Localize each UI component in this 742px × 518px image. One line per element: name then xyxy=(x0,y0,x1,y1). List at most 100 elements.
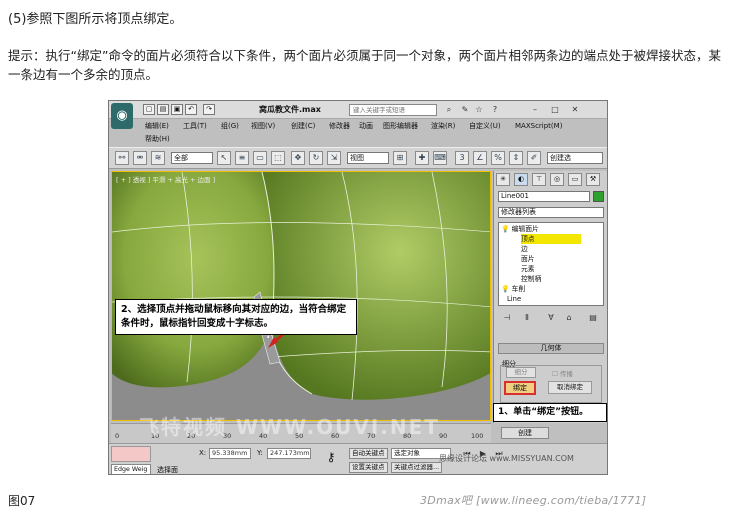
command-panel: ✳ ◐ ⊤ ◎ ▭ ⚒ Line001 修改器列表 💡 编辑面片 顶点 边 面片… xyxy=(493,171,607,423)
remove-modifier-icon[interactable]: ⌂ xyxy=(562,311,576,324)
rotate-icon[interactable]: ↻ xyxy=(309,151,323,165)
bind-button[interactable]: 绑定 xyxy=(504,381,536,395)
subdivide-button[interactable]: 细分 xyxy=(506,367,536,378)
lightbulb-icon: 💡 xyxy=(501,225,510,233)
geometry-rollout-title[interactable]: 几何体 xyxy=(498,343,604,354)
menu-edit[interactable]: 编辑(E) xyxy=(145,120,169,132)
object-color-swatch[interactable] xyxy=(593,191,604,202)
x-coord-field[interactable]: 95.338mm xyxy=(209,448,251,459)
auto-key-button[interactable]: 自动关键点 xyxy=(349,448,388,459)
redo-icon[interactable]: ↷ xyxy=(203,104,215,115)
angle-snap-icon[interactable]: ∠ xyxy=(473,151,487,165)
watermark-text: 飞特视频 WWW.OUVI.NET xyxy=(139,415,440,439)
command-panel-tabs: ✳ ◐ ⊤ ◎ ▭ ⚒ xyxy=(496,173,606,187)
menu-customize[interactable]: 自定义(U) xyxy=(469,120,501,132)
link-icon[interactable]: ⚯ xyxy=(115,151,129,165)
maximize-icon[interactable]: □ xyxy=(549,104,561,115)
new-file-icon[interactable]: ▢ xyxy=(143,104,155,115)
propagate-checkbox[interactable]: ☐ 传播 xyxy=(552,368,573,378)
pumpkin-mesh-graphic: ✢ xyxy=(112,172,490,420)
help-icon[interactable]: ? xyxy=(489,104,501,115)
create-tab-icon[interactable]: ✳ xyxy=(496,173,510,186)
modifier-list-dropdown[interactable]: 修改器列表 xyxy=(498,207,604,218)
star-icon[interactable]: ☆ xyxy=(473,104,485,115)
stack-tools: ⊣ Ⅱ ∀ ⌂ ▤ xyxy=(498,311,604,325)
window-crossing-icon[interactable]: ⬚ xyxy=(271,151,285,165)
menu-create[interactable]: 创建(C) xyxy=(291,120,315,132)
minimize-icon[interactable]: – xyxy=(529,104,541,115)
make-unique-icon[interactable]: ∀ xyxy=(544,311,558,324)
display-tab-icon[interactable]: ▭ xyxy=(568,173,582,186)
manipulate-icon[interactable]: ✚ xyxy=(415,151,429,165)
search-input[interactable]: 键入关键字或短语 xyxy=(349,104,437,116)
app-logo-icon[interactable]: ◉ xyxy=(111,103,133,129)
save-icon[interactable]: ▣ xyxy=(171,104,183,115)
utilities-tab-icon[interactable]: ⚒ xyxy=(586,173,600,186)
modify-tab-icon[interactable]: ◐ xyxy=(514,173,528,186)
viewport-label[interactable]: [ + ] 透视 ] 平滑 + 高光 + 边面 ] xyxy=(116,174,215,184)
spinner-snap-icon[interactable]: ⇕ xyxy=(509,151,523,165)
x-coord-label: X: xyxy=(199,449,207,457)
menu-graph-editors[interactable]: 图形编辑器 xyxy=(383,120,418,132)
figure-label: 图07 xyxy=(8,494,36,508)
stack-item-line[interactable]: Line xyxy=(507,294,521,304)
select-object-icon[interactable]: ↖ xyxy=(217,151,231,165)
pin-stack-icon[interactable]: ⊣ xyxy=(500,311,514,324)
named-selection-set[interactable]: 创建选 xyxy=(547,152,603,164)
close-icon[interactable]: ✕ xyxy=(569,104,581,115)
stack-item-vertex[interactable]: 顶点 xyxy=(521,234,581,244)
timeline-tick: 100 xyxy=(471,432,484,440)
snap-icon[interactable]: 3 xyxy=(455,151,469,165)
unlink-icon[interactable]: ⚮ xyxy=(133,151,147,165)
key-filters-button[interactable]: 关键点过滤器... xyxy=(391,462,443,473)
hierarchy-tab-icon[interactable]: ⊤ xyxy=(532,173,546,186)
show-end-result-icon[interactable]: Ⅱ xyxy=(520,311,534,324)
max-screenshot: ▢ ▤ ▣ ↶ ↷ 窝瓜教文件.max 键入关键字或短语 ⌕ ✎ ☆ ? – □… xyxy=(108,100,608,475)
undo-icon[interactable]: ↶ xyxy=(185,104,197,115)
stack-item-edge[interactable]: 边 xyxy=(521,244,528,254)
edge-weight-field[interactable]: Edge Weig xyxy=(111,464,151,474)
menu-help[interactable]: 帮助(H) xyxy=(145,133,170,145)
selection-filter-select[interactable]: 全部 xyxy=(171,152,213,164)
menu-tools[interactable]: 工具(T) xyxy=(183,120,207,132)
select-by-name-icon[interactable]: ≡ xyxy=(235,151,249,165)
perspective-viewport[interactable]: ✢ [ + ] 透视 ] 平滑 + 高光 + 边面 ] xyxy=(111,171,491,421)
y-coord-field[interactable]: 247.173mm xyxy=(267,448,311,459)
callout-step-1: 1、单击“绑定”按钮。 xyxy=(493,403,607,422)
menu-animation[interactable]: 动画 xyxy=(359,120,373,132)
menu-modifiers[interactable]: 修改器 xyxy=(329,120,350,132)
key-icon[interactable]: ⚷ xyxy=(321,450,341,468)
step-title: (5)参照下图所示将顶点绑定。 xyxy=(8,12,183,27)
create-button[interactable]: 创建 xyxy=(501,427,549,439)
unbind-button[interactable]: 取消绑定 xyxy=(548,381,592,394)
menu-group[interactable]: 组(G) xyxy=(221,120,239,132)
binoculars-icon[interactable]: ⌕ xyxy=(443,104,455,115)
rect-selection-icon[interactable]: ▭ xyxy=(253,151,267,165)
pivot-icon[interactable]: ⊞ xyxy=(393,151,407,165)
maxscript-listener[interactable] xyxy=(111,446,151,462)
title-bar: ▢ ▤ ▣ ↶ ↷ 窝瓜教文件.max 键入关键字或短语 ⌕ ✎ ☆ ? – □… xyxy=(109,101,607,119)
timeline-tick: 0 xyxy=(115,432,120,440)
object-name-field[interactable]: Line001 xyxy=(498,191,590,202)
keyboard-shortcut-icon[interactable]: ⌨ xyxy=(433,151,447,165)
open-file-icon[interactable]: ▤ xyxy=(157,104,169,115)
configure-sets-icon[interactable]: ▤ xyxy=(586,311,600,324)
reference-coord-select[interactable]: 视图 xyxy=(347,152,389,164)
stack-item-handle[interactable]: 控制柄 xyxy=(521,274,541,284)
stack-item-patch[interactable]: 面片 xyxy=(521,254,535,264)
menu-views[interactable]: 视图(V) xyxy=(251,120,275,132)
scale-icon[interactable]: ⇲ xyxy=(327,151,341,165)
stack-item-element[interactable]: 元素 xyxy=(521,264,535,274)
menu-maxscript[interactable]: MAXScript(M) xyxy=(515,120,562,132)
edit-named-sets-icon[interactable]: ✐ xyxy=(527,151,541,165)
percent-snap-icon[interactable]: % xyxy=(491,151,505,165)
menu-rendering[interactable]: 渲染(R) xyxy=(431,120,455,132)
main-toolbar: ⚯ ⚮ ≋ 全部 ↖ ≡ ▭ ⬚ ✥ ↻ ⇲ 视图 ⊞ ✚ ⌨ 3 ∠ % ⇕ … xyxy=(109,147,607,169)
stack-item-edit-patch[interactable]: 💡 编辑面片 xyxy=(501,224,539,234)
set-key-button[interactable]: 设置关键点 xyxy=(349,462,388,473)
move-icon[interactable]: ✥ xyxy=(291,151,305,165)
tools-icon[interactable]: ✎ xyxy=(459,104,471,115)
motion-tab-icon[interactable]: ◎ xyxy=(550,173,564,186)
bind-space-warp-icon[interactable]: ≋ xyxy=(151,151,165,165)
stack-item-lathe[interactable]: 💡 车削 xyxy=(501,284,525,294)
